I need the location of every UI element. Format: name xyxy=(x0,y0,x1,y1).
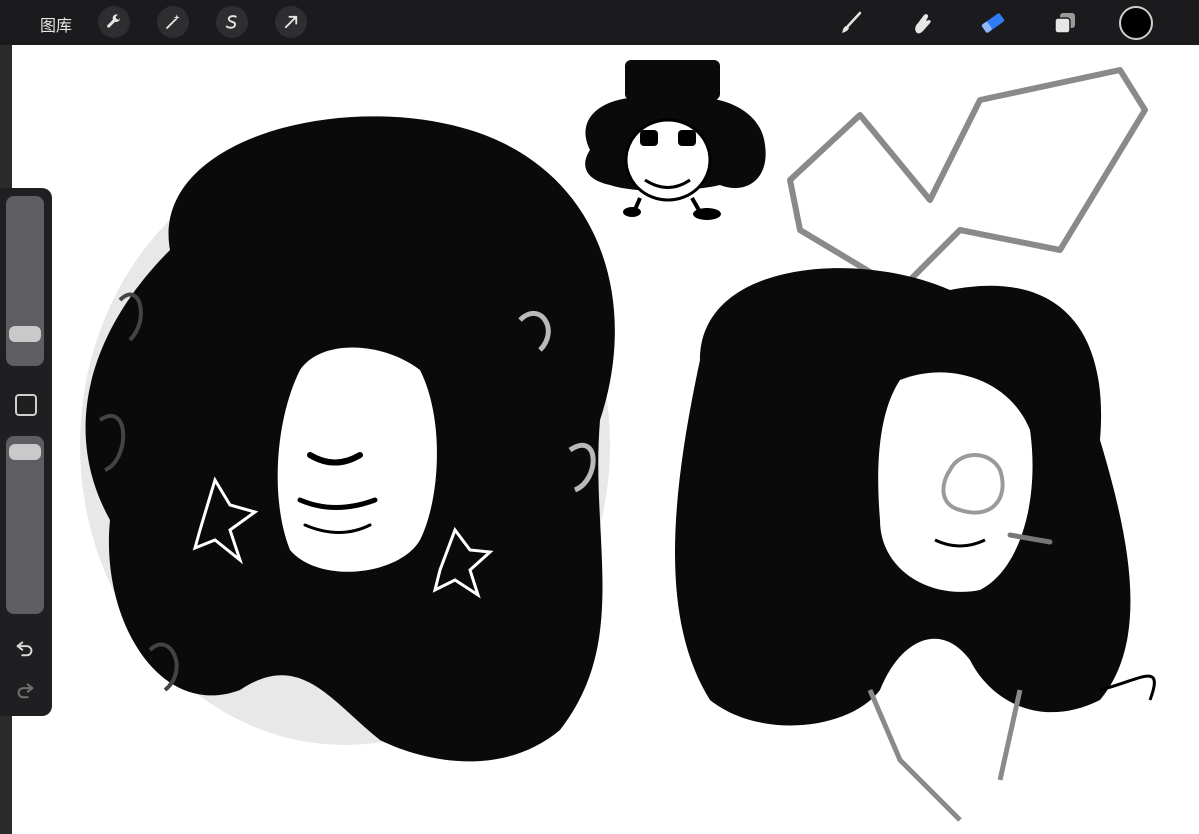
top-toolbar: 图库 xyxy=(0,0,1199,45)
left-sidebar xyxy=(0,188,52,716)
brush-size-thumb[interactable] xyxy=(9,326,41,342)
opacity-thumb[interactable] xyxy=(9,444,41,460)
drawing-canvas[interactable] xyxy=(12,45,1199,834)
left-portrait xyxy=(80,116,615,762)
transform-button[interactable] xyxy=(275,6,307,38)
redo-icon[interactable] xyxy=(14,678,36,700)
selection-button[interactable] xyxy=(216,6,248,38)
gallery-button[interactable]: 图库 xyxy=(40,12,72,36)
adjustments-button[interactable] xyxy=(157,6,189,38)
sketch-artwork xyxy=(80,60,1156,822)
actions-button[interactable] xyxy=(98,6,130,38)
smudge-tool-button[interactable] xyxy=(905,6,939,40)
brush-icon xyxy=(842,11,862,33)
magic-wand-icon xyxy=(166,14,180,29)
smudge-icon xyxy=(915,14,931,34)
brush-size-slider[interactable] xyxy=(6,196,44,366)
chibi-sketch xyxy=(585,60,766,220)
brush-tool-button[interactable] xyxy=(834,6,868,40)
selection-icon xyxy=(225,15,237,29)
layers-button[interactable] xyxy=(1048,6,1082,40)
undo-icon[interactable] xyxy=(14,636,36,658)
opacity-slider[interactable] xyxy=(6,436,44,614)
eraser-tool-button[interactable] xyxy=(976,6,1010,40)
modifier-button[interactable] xyxy=(15,394,37,416)
layers-icon xyxy=(1054,13,1075,34)
eraser-icon xyxy=(981,13,1005,33)
transform-arrow-icon xyxy=(284,15,298,29)
color-picker-button[interactable] xyxy=(1119,6,1153,40)
wrench-icon xyxy=(107,14,120,28)
